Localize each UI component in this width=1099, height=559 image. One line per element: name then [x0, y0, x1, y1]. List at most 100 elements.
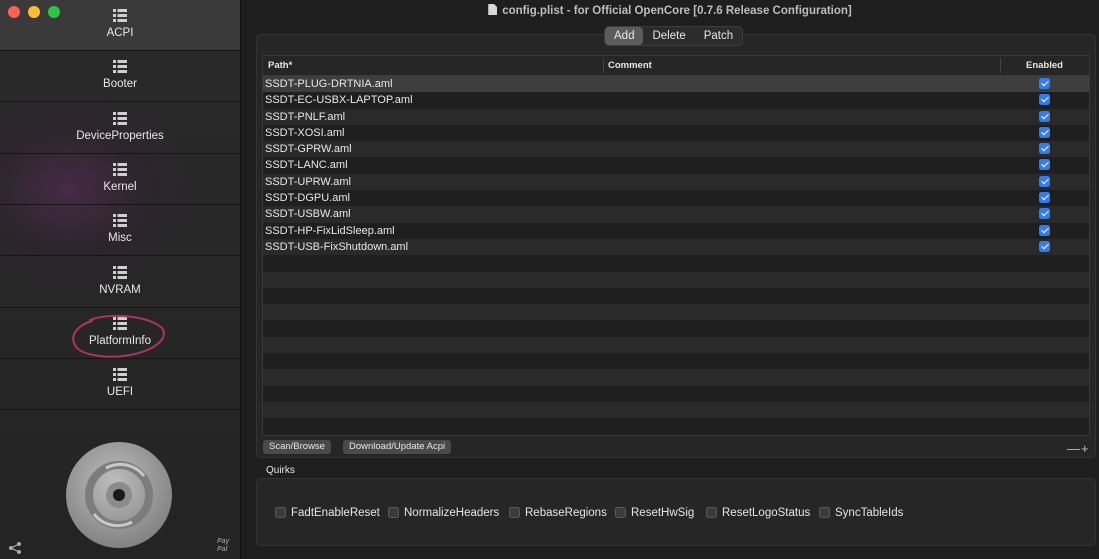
sidebar: ACPI Booter DeviceProperties Kernel Misc NVRA…: [0, 0, 241, 559]
sidebar-item-label: Kernel: [103, 180, 137, 193]
table-row[interactable]: SSDT-PLUG-DRTNIA.aml: [263, 76, 1089, 93]
empty-table-row[interactable]: [263, 385, 1089, 402]
enabled-checkbox[interactable]: [1039, 126, 1050, 138]
enabled-checkbox[interactable]: [1039, 143, 1050, 155]
quirk-checkbox[interactable]: [509, 507, 520, 518]
empty-table-row[interactable]: [263, 255, 1089, 272]
enabled-checkbox[interactable]: [1039, 240, 1050, 252]
quirk-label: RebaseRegions: [525, 507, 607, 519]
row-path[interactable]: SSDT-LANC.aml: [265, 157, 348, 173]
quirk-checkbox[interactable]: [615, 507, 626, 518]
quirk-normalizeheaders[interactable]: NormalizeHeaders: [388, 507, 499, 519]
quirk-resethwsig[interactable]: ResetHwSig: [615, 507, 694, 519]
empty-table-row[interactable]: [263, 304, 1089, 321]
empty-table-row[interactable]: [263, 271, 1089, 288]
empty-table-row[interactable]: [263, 336, 1089, 354]
sidebar-item-platforminfo[interactable]: PlatformInfo: [0, 308, 240, 359]
column-divider[interactable]: [603, 58, 604, 73]
close-window-button[interactable]: [8, 6, 20, 18]
list-icon: [113, 214, 127, 228]
quirk-rebaseregions[interactable]: RebaseRegions: [509, 507, 607, 519]
empty-table-row[interactable]: [263, 287, 1089, 305]
column-divider[interactable]: [1000, 58, 1001, 73]
document-icon: [488, 4, 498, 15]
quirk-synctableids[interactable]: SyncTableIds: [819, 507, 903, 519]
add-row-button[interactable]: +: [1081, 441, 1090, 456]
enabled-checkbox[interactable]: [1039, 94, 1050, 106]
row-path[interactable]: SSDT-XOSI.aml: [265, 125, 344, 141]
quirk-checkbox[interactable]: [275, 507, 286, 518]
scan-browse-button[interactable]: Scan/Browse: [263, 440, 331, 454]
sidebar-item-label: Booter: [103, 78, 137, 91]
enabled-checkbox[interactable]: [1039, 159, 1050, 171]
row-path[interactable]: SSDT-EC-USBX-LAPTOP.aml: [265, 92, 413, 108]
row-path[interactable]: SSDT-PNLF.aml: [265, 109, 345, 125]
sidebar-item-label: UEFI: [106, 386, 134, 399]
empty-table-row[interactable]: [263, 369, 1089, 386]
window-title: config.plist - for Official OpenCore [0.…: [241, 4, 1099, 17]
table-header: Path* Comment Enabled: [263, 56, 1089, 76]
quirk-checkbox[interactable]: [388, 507, 399, 518]
empty-table-row[interactable]: [263, 418, 1089, 435]
zoom-window-button[interactable]: [48, 6, 60, 18]
table-row[interactable]: SSDT-XOSI.aml: [263, 124, 1089, 142]
column-header-path[interactable]: Path*: [268, 60, 292, 71]
list-icon: [113, 316, 127, 330]
tab-add[interactable]: Add: [605, 27, 644, 45]
quirk-checkbox[interactable]: [819, 507, 830, 518]
sidebar-item-kernel[interactable]: Kernel: [0, 154, 240, 205]
sidebar-item-booter[interactable]: Booter: [0, 51, 240, 103]
enabled-checkbox[interactable]: [1039, 224, 1050, 236]
sidebar-item-uefi[interactable]: UEFI: [0, 359, 240, 411]
row-path[interactable]: SSDT-PLUG-DRTNIA.aml: [265, 76, 393, 92]
enabled-checkbox[interactable]: [1039, 110, 1050, 122]
table-row[interactable]: SSDT-EC-USBX-LAPTOP.aml: [263, 92, 1089, 109]
quirk-fadtenablereset[interactable]: FadtEnableReset: [275, 507, 380, 519]
list-icon: [113, 111, 127, 125]
enabled-checkbox[interactable]: [1039, 192, 1050, 204]
row-path[interactable]: SSDT-USB-FixShutdown.aml: [265, 239, 408, 255]
enabled-checkbox[interactable]: [1039, 78, 1050, 89]
table-row[interactable]: SSDT-UPRW.aml: [263, 173, 1089, 191]
sidebar-item-label: DeviceProperties: [76, 129, 164, 142]
row-path[interactable]: SSDT-DGPU.aml: [265, 190, 350, 206]
column-header-enabled[interactable]: Enabled: [1026, 60, 1063, 71]
row-path[interactable]: SSDT-GPRW.aml: [265, 141, 352, 157]
remove-row-button[interactable]: —: [1067, 441, 1081, 456]
empty-table-row[interactable]: [263, 401, 1089, 419]
download-update-acpi-button[interactable]: Download/Update Acpi: [343, 440, 452, 454]
enabled-checkbox[interactable]: [1039, 175, 1050, 187]
quirk-label: ResetHwSig: [631, 507, 695, 519]
tab-delete[interactable]: Delete: [643, 27, 694, 45]
empty-table-row[interactable]: [263, 353, 1089, 370]
list-icon: [113, 9, 127, 22]
window-controls: [8, 6, 60, 18]
sidebar-item-misc[interactable]: Misc: [0, 205, 240, 257]
minimize-window-button[interactable]: [28, 6, 40, 18]
acpi-add-table: Path* Comment Enabled SSDT-PLUG-DRTNIA.a…: [262, 55, 1090, 436]
main-area: config.plist - for Official OpenCore [0.…: [241, 0, 1099, 559]
row-path[interactable]: SSDT-HP-FixLidSleep.aml: [265, 223, 395, 239]
table-row[interactable]: SSDT-DGPU.aml: [263, 190, 1089, 207]
table-row[interactable]: SSDT-GPRW.aml: [263, 141, 1089, 158]
tab-patch[interactable]: Patch: [695, 27, 742, 45]
row-path[interactable]: SSDT-USBW.aml: [265, 206, 351, 222]
table-row[interactable]: SSDT-USBW.aml: [263, 206, 1089, 223]
empty-table-row[interactable]: [263, 320, 1089, 337]
sidebar-item-nvram[interactable]: NVRAM: [0, 257, 240, 308]
paypal-logo[interactable]: Pay Pal: [217, 538, 229, 554]
quirk-label: FadtEnableReset: [291, 507, 380, 519]
table-row[interactable]: SSDT-HP-FixLidSleep.aml: [263, 222, 1089, 239]
table-row[interactable]: SSDT-LANC.aml: [263, 157, 1089, 174]
table-row[interactable]: SSDT-USB-FixShutdown.aml: [263, 238, 1089, 256]
quirk-checkbox[interactable]: [706, 507, 717, 518]
quirk-label: ResetLogoStatus: [722, 507, 811, 519]
enabled-checkbox[interactable]: [1039, 208, 1050, 220]
quirk-resetlogostatus[interactable]: ResetLogoStatus: [706, 507, 810, 519]
table-row[interactable]: SSDT-PNLF.aml: [263, 108, 1089, 125]
column-header-comment[interactable]: Comment: [608, 60, 652, 71]
row-path[interactable]: SSDT-UPRW.aml: [265, 174, 351, 190]
sidebar-item-label: PlatformInfo: [89, 334, 151, 347]
share-icon[interactable]: [8, 541, 22, 555]
sidebar-item-deviceproperties[interactable]: DeviceProperties: [0, 103, 240, 154]
